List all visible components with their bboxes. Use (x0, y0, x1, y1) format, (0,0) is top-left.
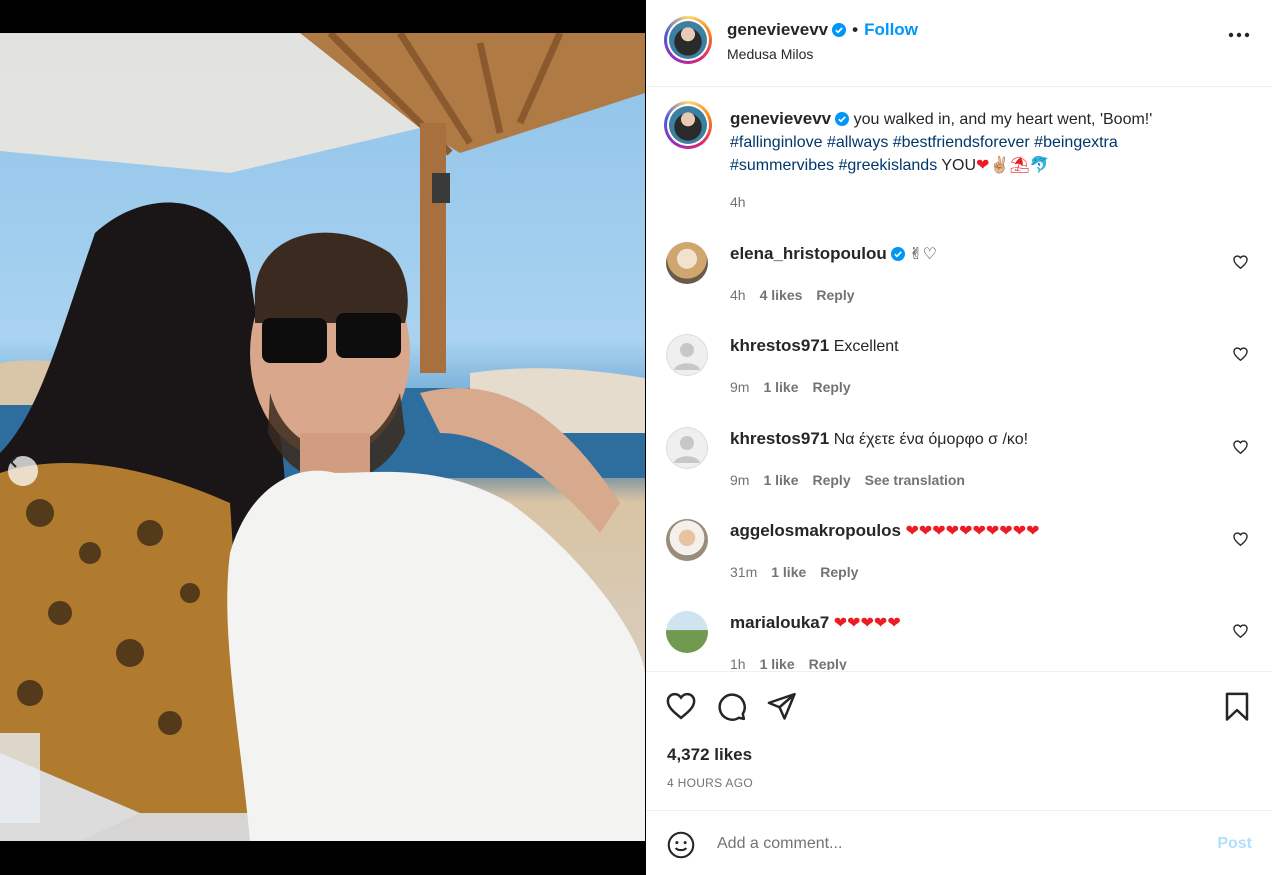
comment-text: ❤❤❤❤❤ (833, 615, 901, 632)
comment-icon[interactable] (717, 692, 747, 722)
caption-emojis: ❤✌🏼⛱🐬 (976, 157, 1050, 174)
comment-time: 9m (730, 472, 750, 488)
heart-icon[interactable] (1233, 255, 1248, 269)
verified-badge-icon (835, 112, 850, 126)
like-count[interactable]: 4,372 likes (667, 745, 752, 765)
comment-time: 9m (730, 379, 750, 395)
reply-button[interactable]: Reply (816, 287, 854, 303)
post-comment-button[interactable]: Post (1217, 835, 1252, 853)
comment-body: khrestos971 Να έχετε ένα όμορφο σ /κο! (730, 427, 1210, 451)
post-photo (0, 33, 645, 841)
comment-meta: 1h 1 like Reply (730, 656, 847, 670)
heart-icon[interactable] (666, 692, 696, 720)
caption-hashtags-2[interactable]: #summervibes #greekislands (730, 157, 937, 174)
caption-username[interactable]: genevievevv (730, 109, 831, 128)
comment-body: aggelosmakropoulos ❤❤❤❤❤❤❤❤❤❤ (730, 519, 1210, 543)
comment-text: ✌♡ (909, 246, 937, 263)
follow-button[interactable]: Follow (864, 20, 918, 39)
verified-badge-icon (832, 23, 847, 37)
comment-likes[interactable]: 4 likes (760, 287, 803, 303)
commenter-avatar[interactable] (666, 611, 708, 653)
reply-button[interactable]: Reply (812, 472, 850, 488)
commenter-username[interactable]: aggelosmakropoulos (730, 521, 901, 540)
commenter-username[interactable]: khrestos971 (730, 429, 829, 448)
commenter-username[interactable]: elena_hristopoulou (730, 244, 887, 263)
comment-body: marialouka7 ❤❤❤❤❤ (730, 611, 1210, 635)
share-icon[interactable] (767, 692, 797, 720)
post-side-panel: genevievevv • Follow Medusa Milos geneviev… (646, 0, 1272, 875)
more-options-icon[interactable] (1228, 32, 1250, 38)
comment-meta: 4h 4 likes Reply (730, 287, 855, 303)
commenter-avatar[interactable] (666, 242, 708, 284)
reply-button[interactable]: Reply (812, 379, 850, 395)
post-actions: 4,372 likes 4 HOURS AGO (646, 671, 1272, 811)
caption-tail: YOU (941, 157, 977, 174)
heart-icon[interactable] (1233, 624, 1248, 638)
commenter-avatar[interactable] (666, 519, 708, 561)
comment-composer: Post (646, 810, 1272, 875)
comment-text: Να έχετε ένα όμορφο σ /κο! (833, 431, 1029, 448)
comment-likes[interactable]: 1 like (760, 656, 795, 670)
emoji-icon[interactable] (667, 831, 695, 859)
heart-icon[interactable] (1233, 347, 1248, 361)
reply-button[interactable]: Reply (809, 656, 847, 670)
heart-icon[interactable] (1233, 532, 1248, 546)
comment-body: elena_hristopoulou ✌♡ (730, 242, 1210, 266)
caption-avatar[interactable] (664, 101, 712, 149)
comment-likes[interactable]: 1 like (763, 379, 798, 395)
comment-text: ❤❤❤❤❤❤❤❤❤❤ (905, 523, 1040, 540)
comment-meta: 31m 1 like Reply (730, 564, 858, 580)
commenter-username[interactable]: marialouka7 (730, 613, 829, 632)
reply-button[interactable]: Reply (820, 564, 858, 580)
post-timestamp: 4 HOURS AGO (667, 776, 753, 790)
chevron-left-icon (9, 456, 17, 468)
caption-text: you walked in, and my heart went, 'Boom!… (853, 111, 1153, 128)
comment-meta: 9m 1 like Reply See translation (730, 472, 965, 488)
author-username[interactable]: genevievevv (727, 20, 828, 39)
carousel-prev-button[interactable] (8, 456, 38, 486)
comments-list: genevievevv you walked in, and my heart … (646, 88, 1272, 670)
commenter-avatar[interactable] (666, 334, 708, 376)
header-separator: • (852, 20, 859, 39)
bookmark-icon[interactable] (1224, 692, 1250, 722)
caption-body: genevievevv you walked in, and my heart … (730, 107, 1210, 177)
post-header: genevievevv • Follow Medusa Milos (646, 0, 1272, 87)
comment-input[interactable] (717, 829, 1157, 859)
commenter-username[interactable]: khrestos971 (730, 336, 829, 355)
commenter-avatar[interactable] (666, 427, 708, 469)
comment-meta: 9m 1 like Reply (730, 379, 851, 395)
caption-time: 4h (730, 194, 746, 210)
comment-time: 31m (730, 564, 758, 580)
comment-likes[interactable]: 1 like (771, 564, 806, 580)
comment-likes[interactable]: 1 like (763, 472, 798, 488)
verified-badge-icon (890, 247, 905, 261)
comment-time: 4h (730, 287, 746, 303)
default-avatar-icon (666, 334, 708, 376)
author-avatar[interactable] (664, 16, 712, 64)
post-location[interactable]: Medusa Milos (727, 46, 813, 62)
caption-hashtags-1[interactable]: #fallinginlove #allways #bestfriendsfore… (730, 134, 1118, 151)
caption-meta: 4h (730, 194, 746, 210)
default-avatar-icon (666, 427, 708, 469)
author-line: genevievevv • Follow (727, 20, 918, 40)
comment-time: 1h (730, 656, 746, 670)
heart-icon[interactable] (1233, 440, 1248, 454)
photo-illustration (0, 33, 645, 841)
see-translation-button[interactable]: See translation (865, 472, 965, 488)
photo-pane (0, 0, 645, 875)
comment-body: khrestos971 Excellent (730, 334, 1210, 358)
comment-text: Excellent (833, 338, 899, 355)
